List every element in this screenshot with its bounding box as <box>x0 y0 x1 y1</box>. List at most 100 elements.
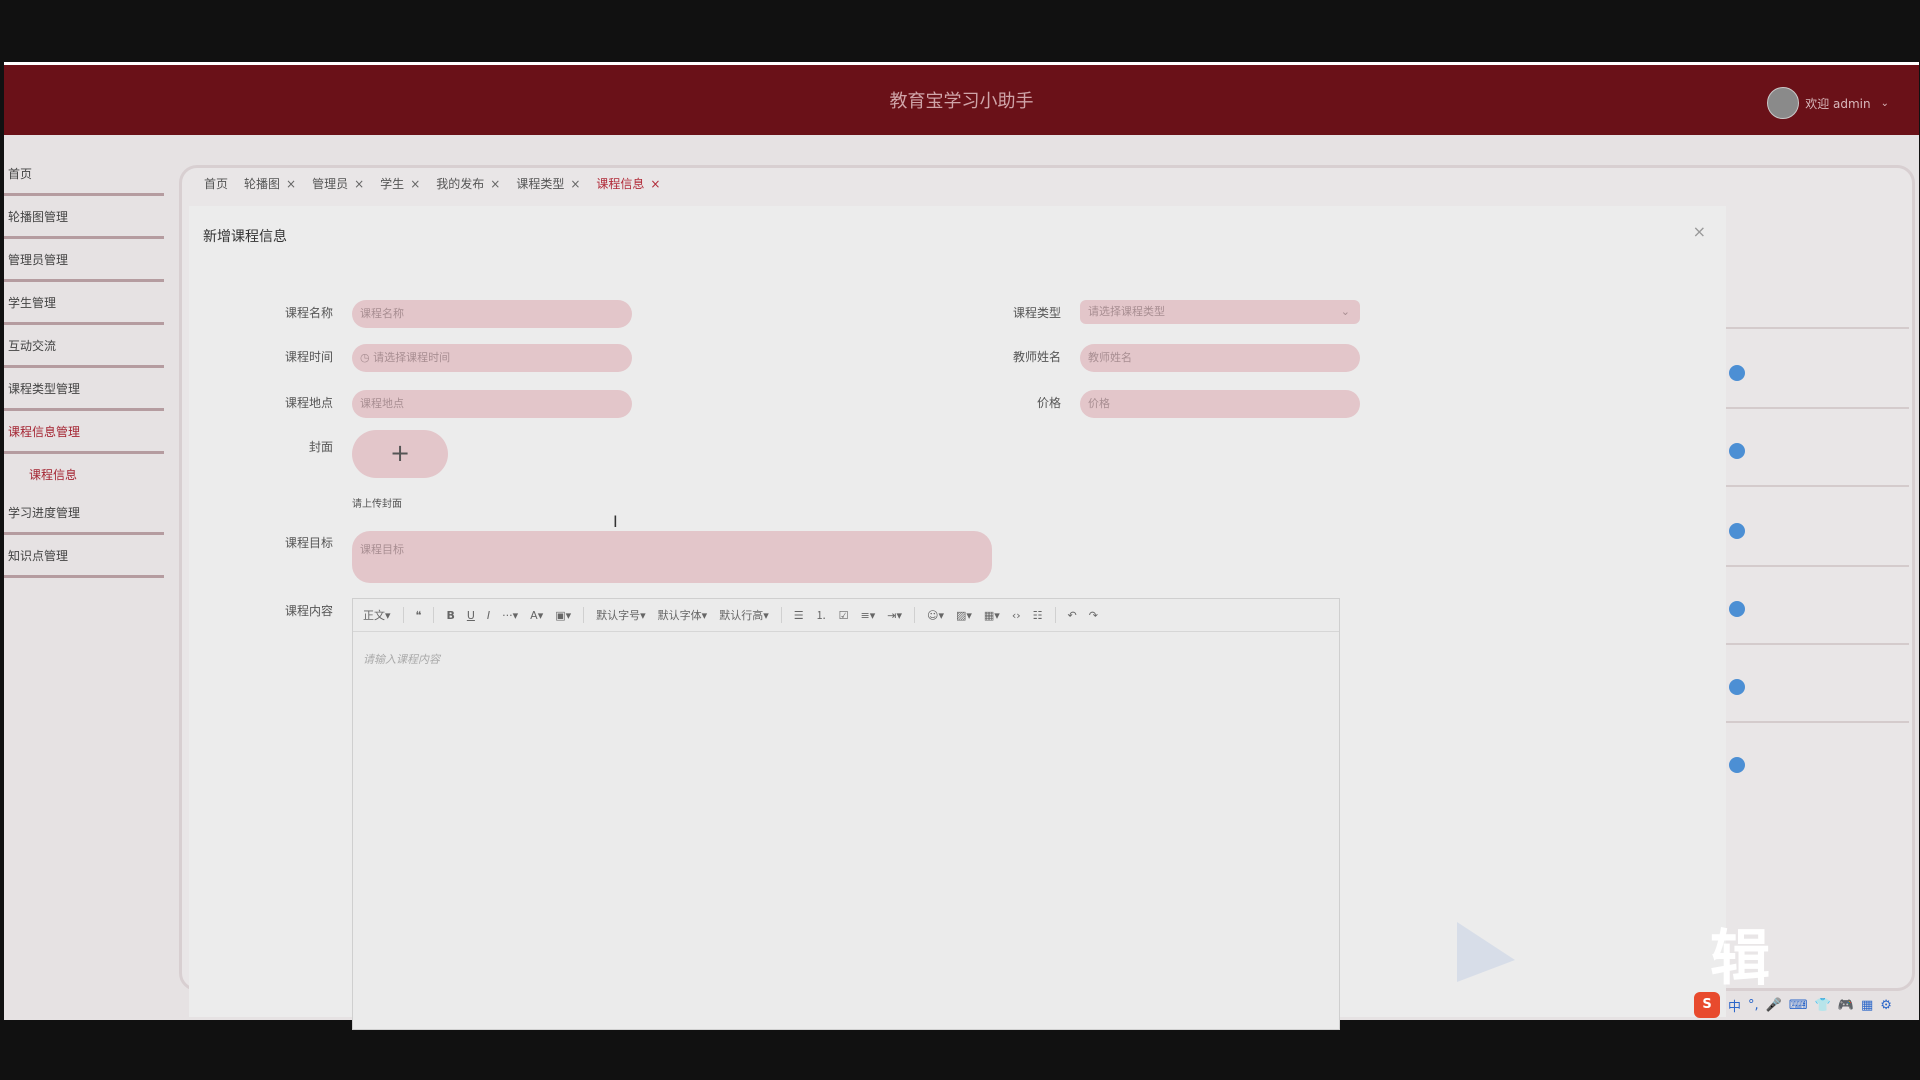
skin-icon[interactable]: 👕 <box>1815 998 1831 1013</box>
tab-my-posts[interactable]: 我的发布 × <box>436 175 500 192</box>
app-title: 教育宝学习小助手 <box>889 91 1034 112</box>
location-input[interactable]: 课程地点 <box>352 390 632 418</box>
close-icon[interactable]: × <box>410 177 420 191</box>
grid-icon[interactable]: ▦ <box>1861 998 1873 1013</box>
code-icon[interactable]: ‹› <box>1012 609 1021 622</box>
content-label: 课程内容 <box>284 604 333 618</box>
chevron-down-icon[interactable]: ⌄ <box>1881 98 1889 109</box>
emoji-icon[interactable]: ☺▾ <box>927 609 944 622</box>
table-row-divider <box>1724 721 1909 723</box>
row-badge[interactable] <box>1729 443 1745 459</box>
sidebar-item-carousel[interactable]: 轮播图管理 <box>4 198 164 239</box>
course-name-label: 课程名称 <box>284 306 333 320</box>
ime-toolbar: S 中 °, 🎤 ⌨ 👕 🎮 ▦ ⚙ <box>1694 992 1899 1018</box>
divider <box>402 607 404 623</box>
redo-icon[interactable]: ↷ <box>1089 609 1098 622</box>
row-badge[interactable] <box>1729 523 1745 539</box>
divider-line-icon[interactable]: ☷ <box>1033 609 1043 622</box>
sidebar-item-knowledge[interactable]: 知识点管理 <box>4 537 164 578</box>
close-icon[interactable]: × <box>286 177 296 191</box>
table-icon[interactable]: ▦▾ <box>984 609 1000 622</box>
course-time-picker[interactable]: ◷ 请选择课程时间 <box>352 344 632 372</box>
table-row-divider <box>1724 643 1909 645</box>
tab-carousel[interactable]: 轮播图 × <box>244 175 296 192</box>
todo-icon[interactable]: ☑ <box>839 609 849 622</box>
more-icon[interactable]: ···▾ <box>502 609 518 622</box>
chevron-down-icon: ⌄ <box>1340 305 1350 318</box>
table-row-divider <box>1724 327 1909 329</box>
bullet-list-icon[interactable]: ☰ <box>794 609 804 622</box>
game-icon[interactable]: 🎮 <box>1838 998 1854 1013</box>
course-time-label: 课程时间 <box>284 350 333 364</box>
sidebar-item-students[interactable]: 学生管理 <box>4 284 164 325</box>
punctuation-icon[interactable]: °, <box>1748 998 1759 1013</box>
image-icon[interactable]: ▨▾ <box>956 609 972 622</box>
cover-upload-hint: 请上传封面 <box>352 499 402 510</box>
microphone-icon[interactable]: 🎤 <box>1766 998 1782 1013</box>
course-type-select[interactable]: 请选择课程类型 ⌄ <box>1080 300 1360 324</box>
price-input[interactable]: 价格 <box>1080 390 1360 418</box>
user-menu[interactable]: 欢迎 admin ⌄ <box>1767 87 1889 119</box>
underline-icon[interactable]: U <box>467 609 475 622</box>
quote-icon[interactable]: ❝ <box>416 609 422 622</box>
bold-icon[interactable]: B <box>446 609 454 622</box>
teacher-input[interactable]: 教师姓名 <box>1080 344 1360 372</box>
sogou-icon[interactable]: S <box>1694 992 1720 1018</box>
settings-icon[interactable]: ⚙ <box>1880 998 1892 1013</box>
course-type-label: 课程类型 <box>1012 306 1061 320</box>
close-icon[interactable]: × <box>490 177 500 191</box>
keyboard-icon[interactable]: ⌨ <box>1789 998 1808 1013</box>
row-badge[interactable] <box>1729 601 1745 617</box>
close-icon[interactable]: × <box>1693 222 1706 241</box>
tab-admin[interactable]: 管理员 × <box>312 175 364 192</box>
line-height-dropdown[interactable]: 默认行高▾ <box>719 607 769 623</box>
rich-text-editor[interactable]: 正文▾ ❝ B U I ···▾ A▾ ▣▾ 默认字号▾ 默认字体▾ 默认行高▾… <box>352 598 1340 1030</box>
course-name-input[interactable]: 课程名称 <box>352 300 632 328</box>
close-icon[interactable]: × <box>570 177 580 191</box>
sidebar-item-progress[interactable]: 学习进度管理 <box>4 494 164 535</box>
editor-toolbar: 正文▾ ❝ B U I ···▾ A▾ ▣▾ 默认字号▾ 默认字体▾ 默认行高▾… <box>353 599 1339 632</box>
indent-icon[interactable]: ⇥▾ <box>887 609 902 622</box>
chinese-mode-icon[interactable]: 中 <box>1728 996 1741 1015</box>
italic-icon[interactable]: I <box>487 609 490 622</box>
font-color-icon[interactable]: A▾ <box>530 609 543 622</box>
add-course-dialog: 新增课程信息 × 课程名称 课程名称 I 课程类型 请选择课程类型 ⌄ 课程时间… <box>189 206 1726 1030</box>
sidebar-subitem-course-info[interactable]: 课程信息 <box>4 456 164 494</box>
player-logo-icon <box>1457 922 1515 982</box>
close-icon[interactable]: × <box>354 177 364 191</box>
tab-students[interactable]: 学生 × <box>380 175 420 192</box>
divider <box>913 607 915 623</box>
font-family-dropdown[interactable]: 默认字体▾ <box>658 607 708 623</box>
tab-course-info[interactable]: 课程信息 × <box>596 175 660 192</box>
align-icon[interactable]: ≡▾ <box>860 609 875 622</box>
text-cursor-icon: I <box>613 512 618 531</box>
divider <box>583 607 585 623</box>
numbered-list-icon[interactable]: ⒈ <box>816 607 827 623</box>
dialog-title: 新增课程信息 <box>203 229 287 245</box>
sidebar-item-course-info[interactable]: 课程信息管理 <box>4 413 164 454</box>
sidebar-item-course-types[interactable]: 课程类型管理 <box>4 370 164 411</box>
tab-home[interactable]: 首页 <box>204 175 228 192</box>
cover-label: 封面 <box>308 440 333 454</box>
table-row-divider <box>1724 485 1909 487</box>
row-badge[interactable] <box>1729 757 1745 773</box>
row-badge[interactable] <box>1729 679 1745 695</box>
user-greeting: 欢迎 admin <box>1805 96 1871 111</box>
price-label: 价格 <box>1036 396 1061 410</box>
font-size-dropdown[interactable]: 默认字号▾ <box>596 607 646 623</box>
goal-textarea[interactable]: 课程目标 <box>352 531 992 583</box>
table-row-divider <box>1724 565 1909 567</box>
avatar[interactable] <box>1767 87 1800 119</box>
row-badge[interactable] <box>1729 365 1745 381</box>
background-color-icon[interactable]: ▣▾ <box>555 609 571 622</box>
editor-placeholder: 请输入课程内容 <box>363 653 440 666</box>
undo-icon[interactable]: ↶ <box>1068 609 1077 622</box>
sidebar-item-home[interactable]: 首页 <box>4 155 164 196</box>
sidebar-item-admin[interactable]: 管理员管理 <box>4 241 164 282</box>
sidebar-item-interaction[interactable]: 互动交流 <box>4 327 164 368</box>
tab-course-types[interactable]: 课程类型 × <box>516 175 580 192</box>
divider <box>433 607 435 623</box>
close-icon[interactable]: × <box>650 177 660 191</box>
cover-upload-button[interactable]: + <box>352 430 448 478</box>
paragraph-style-dropdown[interactable]: 正文▾ <box>363 607 391 623</box>
